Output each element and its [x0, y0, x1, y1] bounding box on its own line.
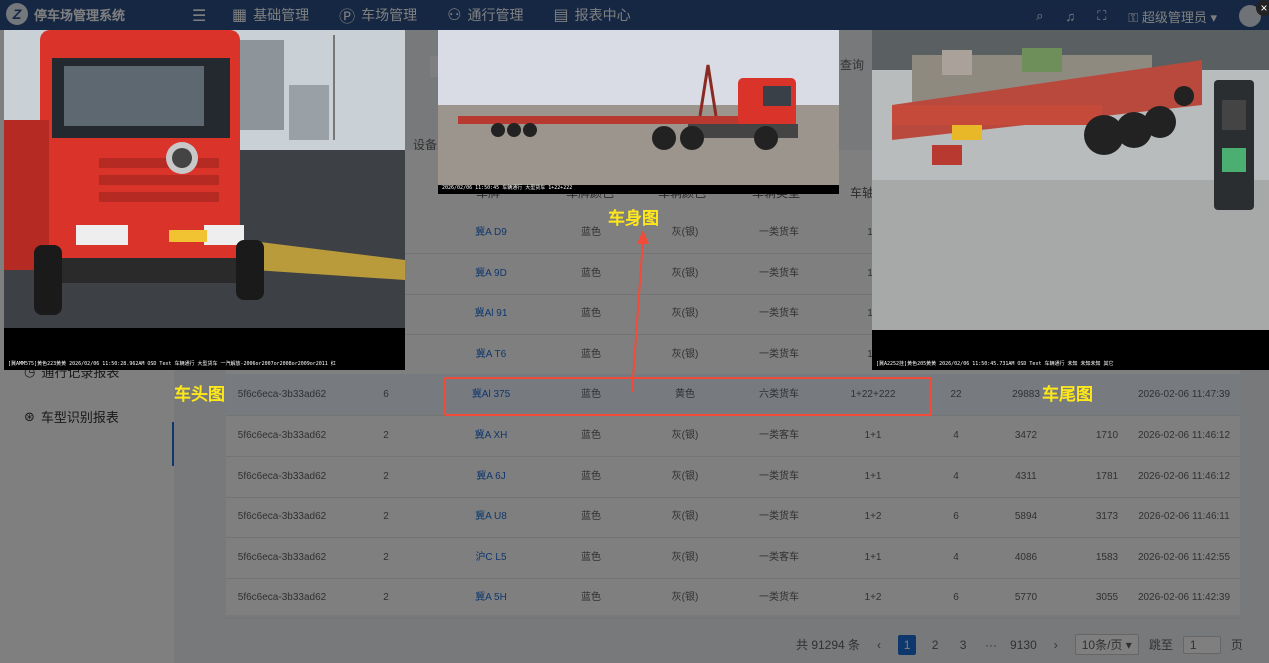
label-rear-view: 车尾图 — [1042, 385, 1093, 404]
label-side-view: 车身图 — [608, 209, 659, 228]
annotation-arrow — [631, 230, 649, 393]
label-front-view: 车头图 — [174, 385, 225, 404]
